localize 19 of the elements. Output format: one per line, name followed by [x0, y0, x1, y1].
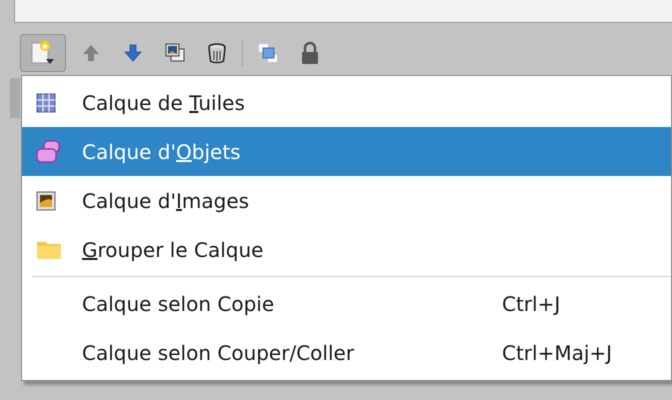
shortcut-label: Ctrl+J — [502, 292, 560, 316]
menu-item[interactable]: Calque selon Couper/Coller Ctrl+Maj+J — [22, 328, 671, 377]
shortcut-label: Ctrl+Maj+J — [502, 340, 612, 364]
menu-item[interactable]: Calque d'Objets — [22, 127, 671, 176]
layers-icon — [257, 42, 279, 64]
arrow-down-icon — [122, 42, 144, 64]
menu-item[interactable]: Calque d'Images — [22, 176, 671, 225]
shapes-icon — [36, 140, 62, 164]
lock-icon — [299, 40, 321, 64]
grid-icon — [36, 92, 56, 112]
new-layer-button[interactable] — [20, 34, 66, 72]
menu-item[interactable]: Calque selon Copie Ctrl+J — [22, 279, 671, 328]
image-icon — [36, 190, 56, 210]
trash-icon — [206, 42, 228, 64]
menu-item[interactable]: Calque de Tuiles — [22, 78, 671, 127]
duplicate-icon — [164, 42, 186, 64]
menu-item[interactable]: Grouper le Calque — [22, 225, 671, 274]
scrollbar-thumb[interactable] — [10, 78, 20, 118]
text-field[interactable] — [14, 0, 672, 23]
